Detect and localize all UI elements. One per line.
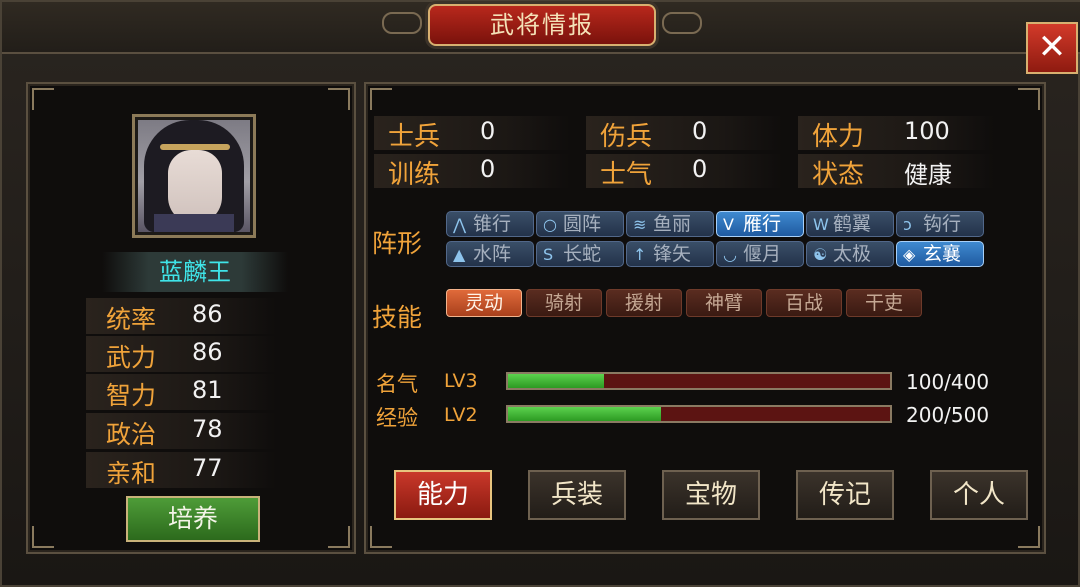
skill-chip-ganli[interactable]: 干吏 [846,289,922,317]
skill-chip-lingdong[interactable]: 灵动 [446,289,522,317]
window-frame: 武将情报 ✕ 蓝麟王 统率 86 武力 86 智力 81 政治 78 亲和 77 [0,0,1080,587]
skills-label: 技能 [372,303,423,332]
info-label: 状态 [812,160,865,190]
corner-ornament [1018,88,1040,110]
info-value: 0 [692,155,708,183]
skill-chip-baizhan[interactable]: 百战 [766,289,842,317]
formation-chip-zhuixing[interactable]: ⋀ 锥行 [446,211,534,237]
stat-label: 政治 [106,420,157,449]
v-shape-icon: V [723,215,734,234]
exp-value: 200/500 [906,403,990,427]
cultivate-button[interactable]: 培养 [126,496,260,542]
exp-bar-fill [508,407,661,421]
stat-label: 武力 [106,343,157,372]
corner-ornament [1018,526,1040,548]
close-icon: ✕ [1037,27,1067,67]
info-soldiers: 士兵 0 [374,116,570,152]
info-morale: 士气 0 [586,154,782,190]
info-label: 训练 [388,160,441,190]
stat-row-intelligence: 智力 81 [86,374,276,410]
info-value: 0 [480,155,496,183]
tab-treasure[interactable]: 宝物 [662,470,760,520]
arrowhead-icon: ↑ [633,245,647,264]
corner-ornament [328,526,350,548]
info-label: 士兵 [388,122,441,152]
formation-chip-yanyue[interactable]: ◡ 偃月 [716,241,804,267]
stat-value: 81 [192,376,223,404]
formation-chip-taiji[interactable]: ☯ 太极 [806,241,894,267]
fame-label: 名气 [376,372,418,396]
info-stamina: 体力 100 [798,116,994,152]
house-icon: ▲ [453,245,466,264]
skill-chip-shenbi[interactable]: 神臂 [686,289,762,317]
skill-chip-yuanshe[interactable]: 援射 [606,289,682,317]
formation-chip-yuanzhen[interactable]: ○ 圆阵 [536,211,624,237]
exp-bar [506,405,892,423]
corner-ornament [370,526,392,548]
stat-value: 86 [192,338,223,366]
fame-level: LV3 [444,370,478,392]
info-wounded: 伤兵 0 [586,116,782,152]
stat-label: 亲和 [106,459,157,488]
fame-bar [506,372,892,390]
stat-value: 78 [192,415,223,443]
diamond-icon: ◈ [903,245,916,264]
tab-biography[interactable]: 传记 [796,470,894,520]
stat-label: 统率 [106,305,157,334]
chevron-stack-icon: ≋ [633,215,647,234]
exp-label: 经验 [376,406,418,430]
info-training: 训练 0 [374,154,570,190]
info-status: 状态 健康 [798,154,994,190]
skill-chip-qishe[interactable]: 骑射 [526,289,602,317]
formation-label: 阵形 [372,229,423,258]
crescent-icon: ◡ [723,245,737,264]
window-title: 武将情报 [428,4,656,46]
tab-personal[interactable]: 个人 [930,470,1028,520]
fame-bar-fill [508,374,604,388]
stat-value: 86 [192,300,223,328]
info-label: 伤兵 [600,122,653,152]
general-portrait [138,120,250,232]
formation-chip-changshe[interactable]: S 长蛇 [536,241,624,267]
formation-chip-gouxing[interactable]: ↄ 钩行 [896,211,984,237]
info-value: 0 [692,117,708,145]
corner-ornament [32,88,54,110]
stat-label: 智力 [106,381,157,410]
info-value: 0 [480,117,496,145]
formation-chip-shuizhen[interactable]: ▲ 水阵 [446,241,534,267]
title-ornament-right [662,12,702,34]
corner-ornament [328,88,350,110]
fame-value: 100/400 [906,370,990,394]
taiji-icon: ☯ [813,245,828,264]
hook-icon: ↄ [903,215,912,234]
wing-icon: W [813,215,829,234]
general-name: 蓝麟王 [102,252,288,292]
stat-row-politics: 政治 78 [86,413,276,449]
info-label: 体力 [812,122,865,152]
formation-chip-yuli[interactable]: ≋ 鱼丽 [626,211,714,237]
stat-value: 77 [192,454,223,482]
formation-chip-yanxing[interactable]: V 雁行 [716,211,804,237]
corner-ornament [32,526,54,548]
snake-icon: S [543,245,554,264]
formation-chip-fengshi[interactable]: ↑ 锋矢 [626,241,714,267]
formation-chip-heyi[interactable]: W 鹤翼 [806,211,894,237]
stat-row-strength: 武力 86 [86,336,276,372]
stat-row-charisma: 亲和 77 [86,452,276,488]
formation-chip-xuanxiang[interactable]: ◈ 玄襄 [896,241,984,267]
exp-level: LV2 [444,404,478,426]
info-value: 100 [904,117,950,145]
stat-row-leadership: 统率 86 [86,298,276,334]
title-ornament-left [382,12,422,34]
arrow-up-icon: ⋀ [453,215,467,234]
corner-ornament [370,88,392,110]
info-label: 士气 [600,160,653,190]
tab-ability[interactable]: 能力 [394,470,492,520]
tab-equipment[interactable]: 兵装 [528,470,626,520]
circle-icon: ○ [543,215,557,234]
info-value: 健康 [904,161,952,189]
close-button[interactable]: ✕ [1026,22,1078,74]
portrait-frame [132,114,256,238]
